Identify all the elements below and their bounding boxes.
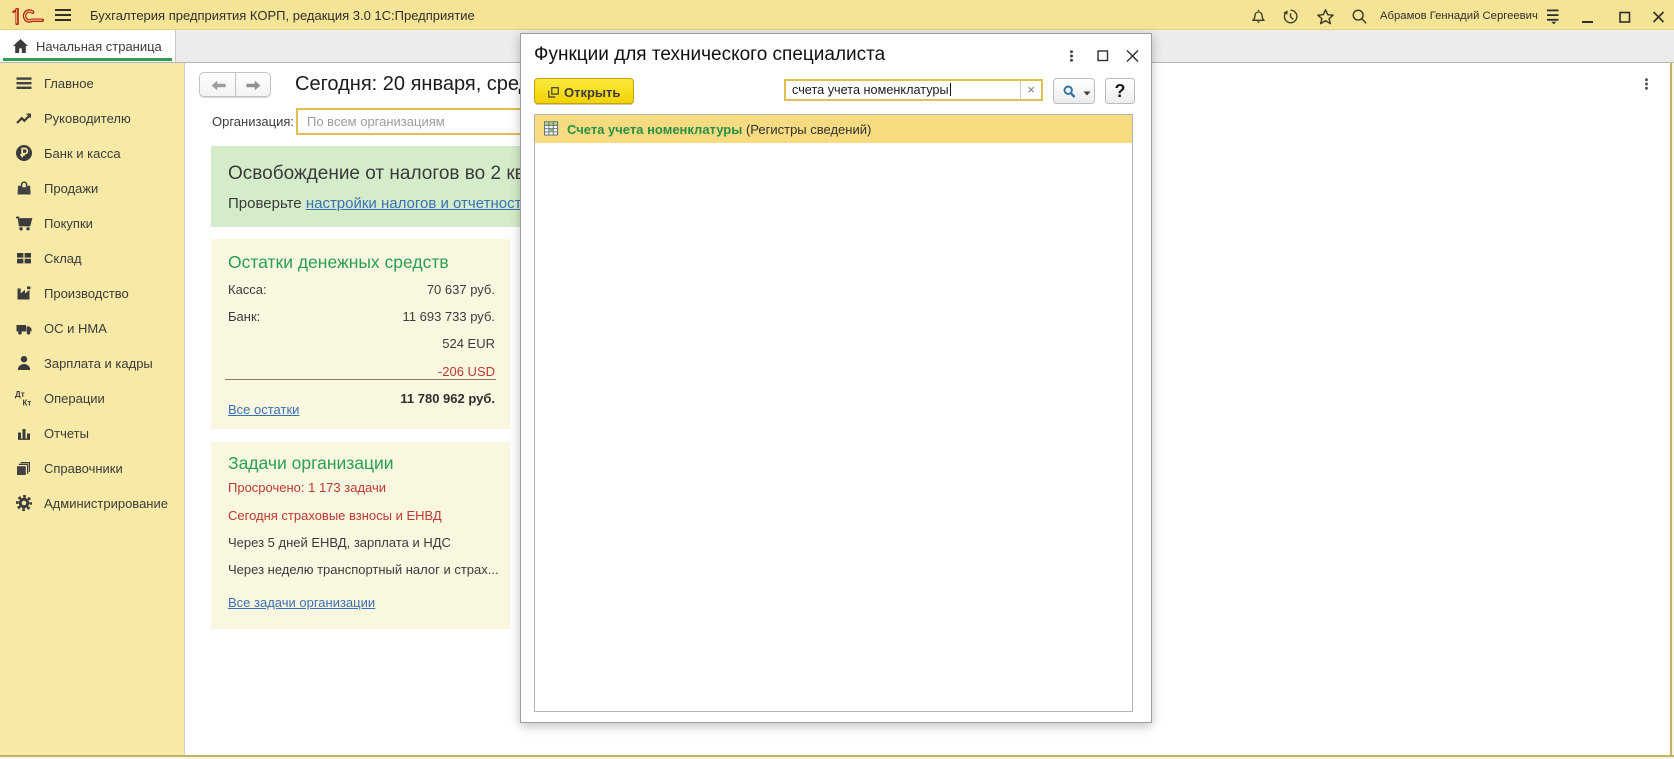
svg-text:Кт: Кт [23, 399, 32, 408]
